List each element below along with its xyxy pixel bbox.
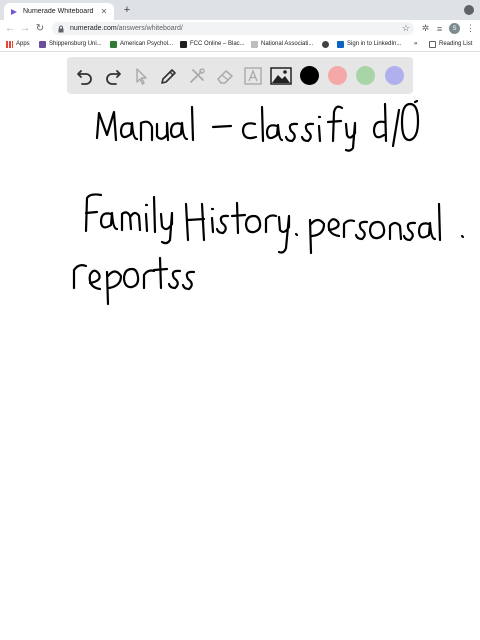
bookmark-shippensburg[interactable]: Shippensburg Uni... [39, 39, 102, 49]
back-arrow-icon[interactable]: ← [4, 22, 16, 34]
redo-icon[interactable] [102, 65, 124, 87]
address-bar[interactable]: numerade.com /answers/whiteboard/ ☆ [52, 22, 414, 35]
whiteboard-canvas[interactable] [0, 95, 480, 640]
pen-icon[interactable] [158, 65, 180, 87]
kebab-menu-icon[interactable]: ⋮ [465, 23, 476, 34]
handwriting-line-reportss [72, 256, 196, 306]
url-host: numerade.com [70, 25, 117, 32]
fcc-icon [180, 40, 187, 48]
undo-icon[interactable] [74, 65, 96, 87]
color-swatch-pink[interactable] [328, 66, 347, 85]
bookmark-fcc-online[interactable]: FCC Online – Blac... [180, 39, 245, 49]
select-icon[interactable] [130, 65, 152, 87]
national-assoc-icon [251, 40, 258, 48]
bookmark-national-assoc[interactable]: National Associati... [251, 39, 313, 49]
globe-icon [322, 40, 329, 48]
tab-bar: Numerade Whiteboard ✕ + [0, 0, 480, 20]
url-path: /answers/whiteboard/ [116, 25, 183, 32]
avatar[interactable]: S [449, 23, 460, 34]
close-icon[interactable]: ✕ [98, 6, 110, 18]
color-swatch-purple[interactable] [385, 66, 404, 85]
handwriting-line-manual [95, 99, 420, 152]
color-swatch-black[interactable] [300, 66, 319, 85]
bookmark-apps[interactable]: Apps [6, 39, 30, 49]
more-bookmarks-button[interactable]: » [414, 39, 417, 49]
lock-icon [57, 25, 65, 33]
bookmark-american-psych[interactable]: American Psychol... [110, 39, 173, 49]
apps-grid-icon [6, 40, 13, 48]
bookmark-linkedin[interactable]: Sign in to LinkedIn... [337, 39, 401, 49]
browser-toolbar: ← → ↻ numerade.com /answers/whiteboard/ … [0, 20, 480, 37]
bookmark-globe[interactable] [322, 39, 332, 49]
bookmark-label: Shippensburg Uni... [49, 41, 102, 47]
tools-icon[interactable] [186, 65, 208, 87]
tab-title: Numerade Whiteboard [23, 8, 94, 15]
reading-list-icon [429, 40, 436, 48]
numerade-favicon-icon [10, 8, 18, 16]
browser-tab[interactable]: Numerade Whiteboard ✕ [4, 3, 114, 20]
new-tab-button[interactable]: + [121, 4, 133, 16]
bookmark-label: Sign in to LinkedIn... [347, 41, 402, 47]
image-icon[interactable] [270, 65, 292, 87]
bookmark-label: Apps [16, 41, 30, 47]
apa-icon [110, 40, 117, 48]
color-swatch-green[interactable] [356, 66, 375, 85]
text-icon[interactable] [242, 65, 264, 87]
forward-arrow-icon[interactable]: → [19, 22, 31, 34]
bookmarks-bar: Apps Shippensburg Uni... American Psycho… [0, 37, 480, 52]
extensions-puzzle-icon[interactable]: ✲ [420, 23, 431, 34]
reading-list-icon[interactable]: ≡ [434, 23, 445, 34]
eraser-icon[interactable] [214, 65, 236, 87]
bookmark-label: National Associati... [261, 41, 314, 47]
shippensburg-icon [39, 40, 46, 48]
bookmark-label: FCC Online – Blac... [190, 41, 245, 47]
bookmark-label: American Psychol... [120, 41, 174, 47]
handwriting-line-family-history [84, 193, 465, 255]
reload-icon[interactable]: ↻ [34, 22, 46, 34]
bookmark-star-icon[interactable]: ☆ [402, 23, 410, 34]
whiteboard-toolbar [67, 57, 413, 94]
linkedin-icon [337, 40, 344, 48]
browser-menu-dot-icon[interactable] [464, 5, 474, 15]
reading-list-button[interactable]: Reading List [429, 39, 472, 49]
reading-list-label: Reading List [439, 41, 473, 47]
